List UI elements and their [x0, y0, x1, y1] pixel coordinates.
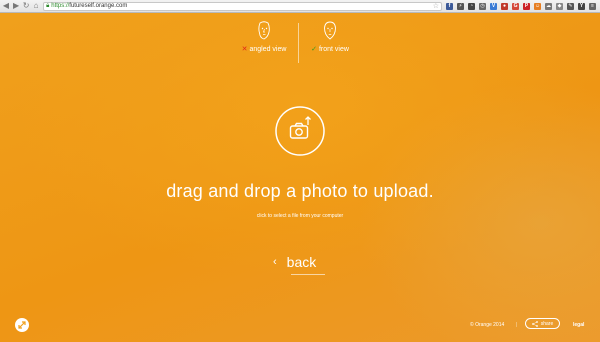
front-view-label: front view — [318, 46, 349, 53]
address-bar[interactable]: 🔒︎ https:// futureself.orange.com ☆ — [43, 1, 443, 11]
extension-icon[interactable]: ◔ — [468, 2, 476, 10]
share-icon — [531, 320, 538, 327]
chevron-left-icon: ‹ — [273, 256, 277, 268]
url-scheme: https:// — [51, 3, 70, 9]
browser-toolbar: ◀ ▶ ↻ ⌂ 🔒︎ https:// futureself.orange.co… — [0, 0, 600, 13]
extension-icon[interactable]: ✎ — [567, 2, 575, 10]
home-icon[interactable]: ⌂ — [32, 2, 40, 11]
camera-upload-button[interactable] — [274, 105, 326, 157]
angled-view-caption: ✕ angled view — [232, 45, 296, 53]
extension-icon[interactable]: ☁ — [545, 2, 553, 10]
extension-icon[interactable]: ◷ — [479, 2, 487, 10]
extensions-bar: f ⚡ ◔ ◷ V ● G P ☺ ☁ ◆ ✎ Y ≡ — [446, 2, 600, 10]
reload-icon[interactable]: ↻ — [22, 2, 30, 11]
back-label: back — [286, 254, 317, 270]
upload-arrow-icon — [305, 116, 311, 125]
back-link[interactable]: ‹ back — [273, 253, 333, 275]
footer-separator: | — [516, 322, 518, 328]
url-host: futureself.orange.com — [69, 3, 128, 9]
angled-view-option[interactable]: ✕ angled view — [232, 21, 296, 53]
back-underline — [291, 274, 325, 275]
view-selector: ✕ angled view ✓ front view — [232, 21, 362, 65]
extension-icon[interactable]: ● — [501, 2, 509, 10]
upload-headline: drag and drop a photo to upload. — [166, 181, 434, 201]
share-label: share — [540, 320, 554, 327]
expand-icon — [18, 321, 26, 329]
share-button[interactable]: share — [525, 318, 560, 329]
select-file-link[interactable]: click to select a file from your compute… — [0, 213, 600, 219]
extension-icon[interactable]: G — [512, 2, 520, 10]
front-view-caption: ✓ front view — [298, 45, 362, 53]
angled-view-label: angled view — [249, 46, 287, 53]
fullscreen-button[interactable] — [15, 318, 29, 332]
page-background: ✕ angled view ✓ front view drag and drop… — [0, 13, 600, 342]
lock-icon: 🔒︎ — [46, 2, 50, 9]
front-view-option[interactable]: ✓ front view — [298, 21, 362, 53]
menu-icon[interactable]: ≡ — [589, 2, 597, 10]
legal-link[interactable]: legal — [573, 322, 584, 328]
camera-icon — [289, 122, 309, 139]
back-arrow-icon[interactable]: ◀ — [2, 2, 10, 11]
copyright-text: © Orange 2014 — [470, 322, 505, 328]
extension-icon[interactable]: ☺ — [534, 2, 542, 10]
extension-icon[interactable]: ◆ — [556, 2, 564, 10]
bookmark-star-icon[interactable]: ☆ — [433, 2, 439, 10]
extension-icon[interactable]: Y — [578, 2, 586, 10]
extension-icon[interactable]: P — [523, 2, 531, 10]
front-face-icon — [324, 21, 336, 40]
angled-face-icon — [258, 21, 270, 40]
forward-arrow-icon[interactable]: ▶ — [12, 2, 20, 11]
extension-icon[interactable]: f — [446, 2, 454, 10]
extension-icon[interactable]: V — [490, 2, 498, 10]
check-icon: ✓ — [311, 46, 317, 53]
cross-icon: ✕ — [241, 46, 248, 53]
extension-icon[interactable]: ⚡ — [457, 2, 465, 10]
